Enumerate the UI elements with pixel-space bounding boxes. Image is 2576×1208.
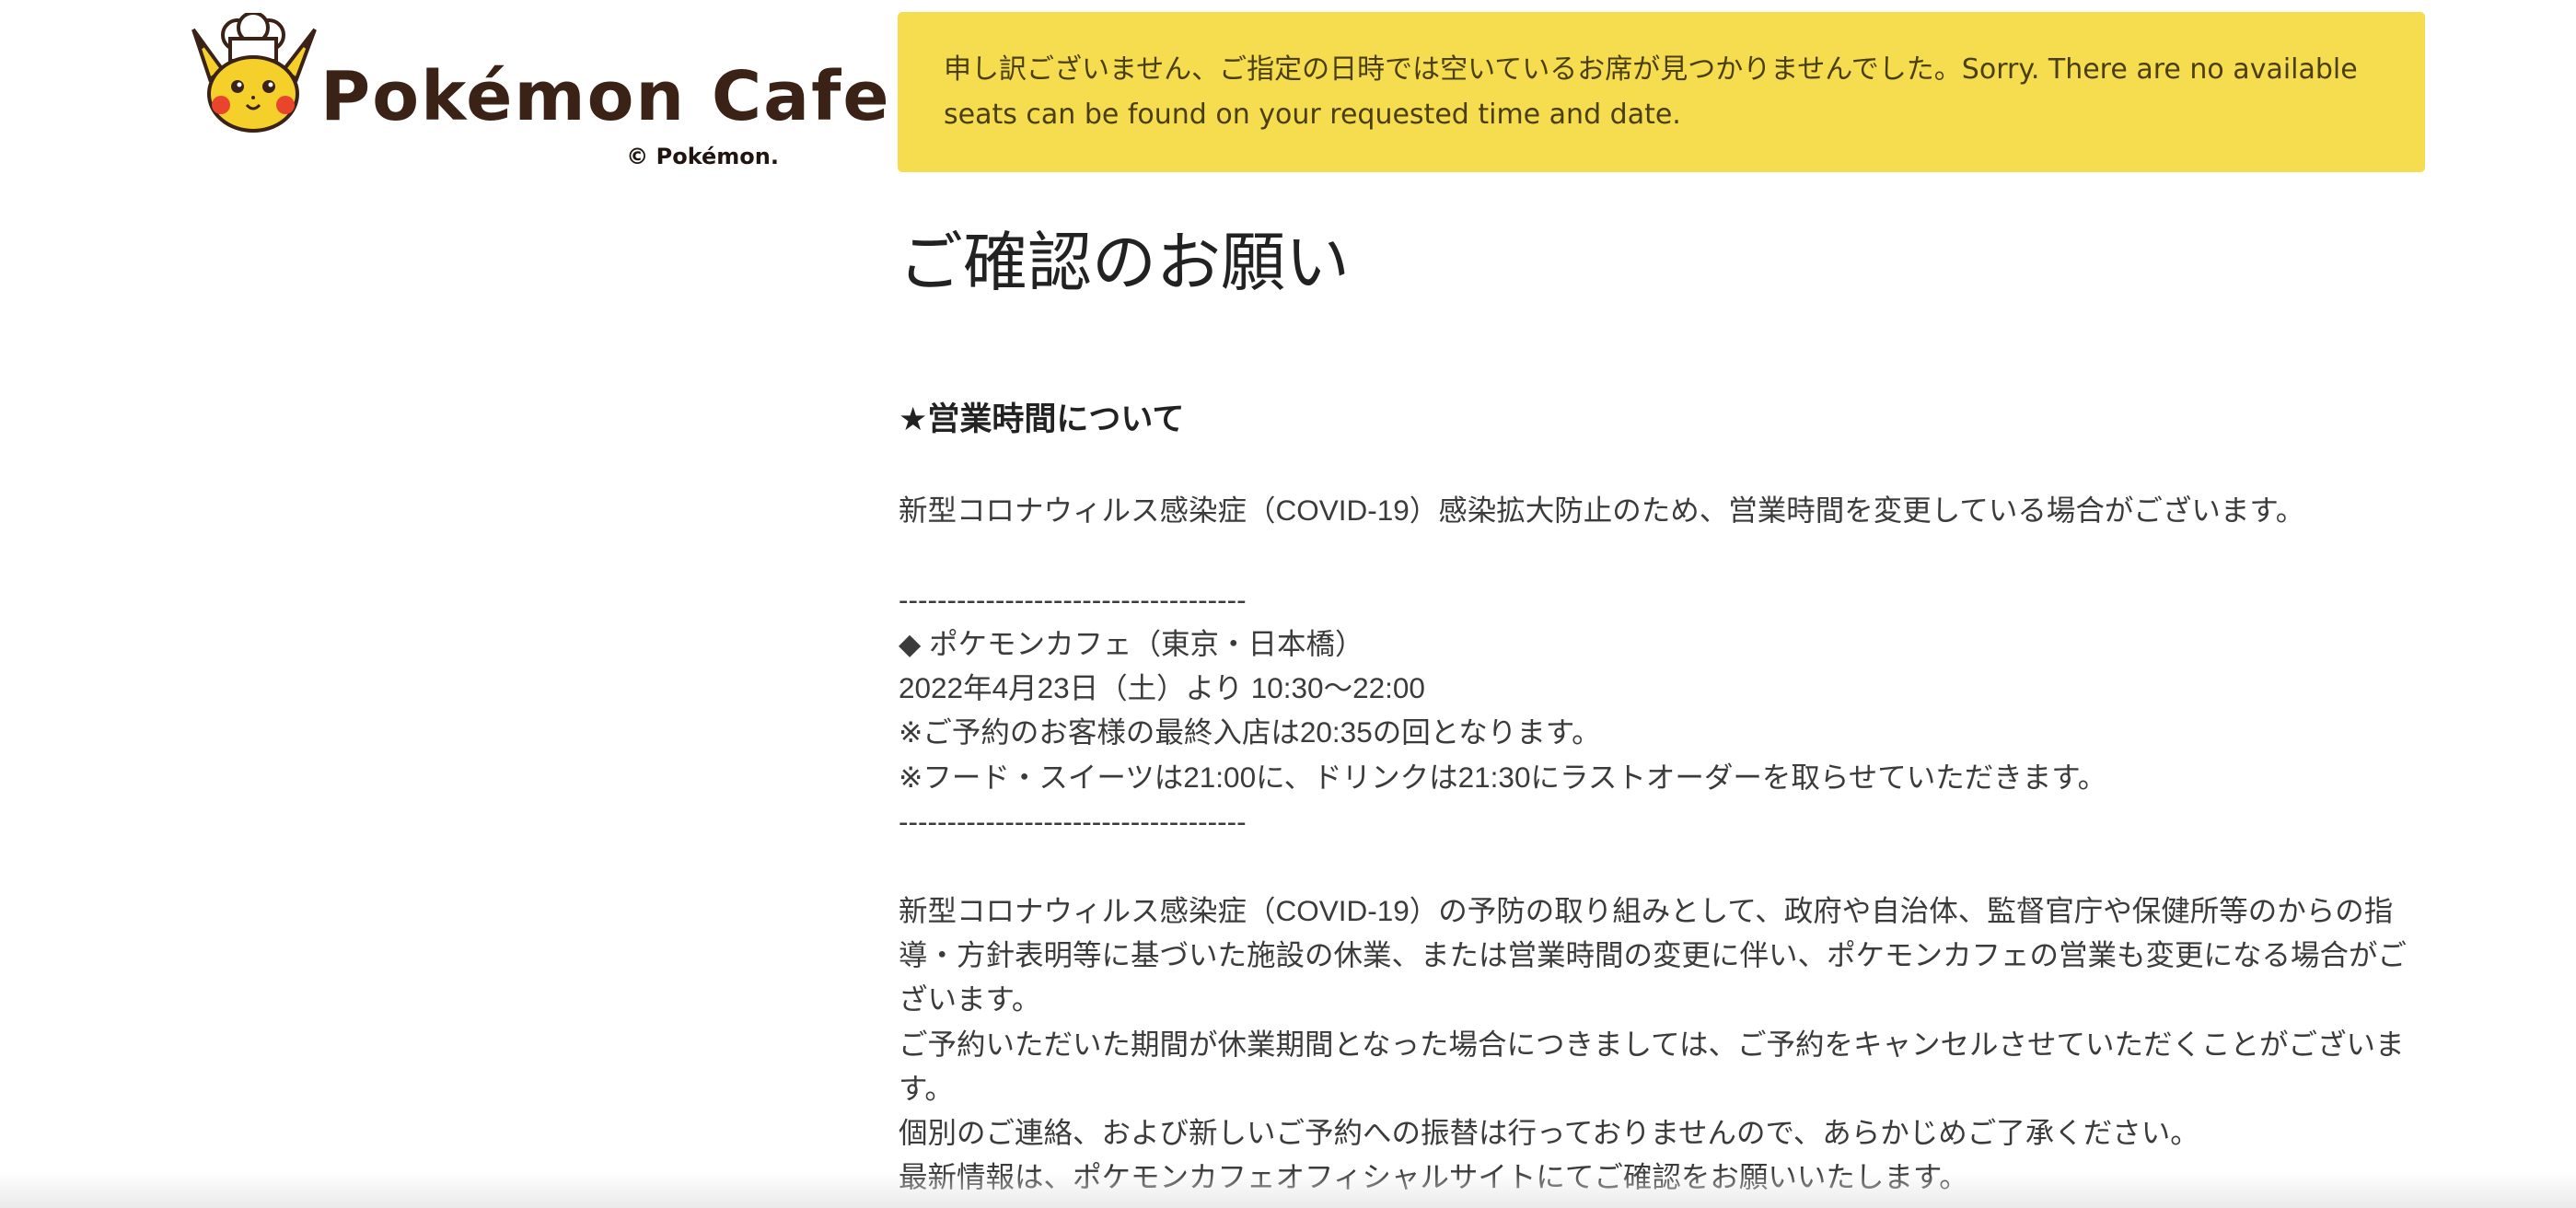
main-content: ご確認のお願い ★営業時間について 新型コロナウィルス感染症（COVID-19）…	[899, 221, 2427, 1193]
section-heading: ★営業時間について	[899, 401, 1185, 437]
pokemon-cafe-logo[interactable]: Pokémon Cafe © Pokémon.	[184, 13, 889, 179]
pikachu-chef-icon	[191, 13, 317, 133]
intro-text: 新型コロナウィルス感染症（COVID-19）感染拡大防止のため、営業時間を変更し…	[899, 494, 2305, 527]
closure-paragraph: 新型コロナウィルス感染症（COVID-19）の予防の取り組みとして、政府や自治体…	[899, 893, 2408, 1016]
no-transfer-paragraph: 個別のご連絡、および新しいご予約への振替は行っておりませんので、あらかじめご了承…	[899, 1116, 2199, 1150]
logo-wordmark: Pokémon Cafe	[320, 57, 891, 136]
store-name: ◆ ポケモンカフェ（東京・日本橋）	[899, 626, 1364, 660]
store-hours: 2022年4月23日（土）より 10:30〜22:00	[899, 671, 1425, 705]
alert-message: 申し訳ございません、ご指定の日時では空いているお席が見つかりませんでした。Sor…	[944, 53, 2358, 131]
last-entry-note: ※ご予約のお客様の最終入店は20:35の回となります。	[899, 715, 1601, 749]
logo-copyright: © Pokémon.	[626, 144, 779, 169]
page-title: ご確認のお願い	[899, 226, 1350, 298]
divider-bottom: ------------------------------------	[899, 805, 1247, 839]
cancellation-paragraph: ご予約いただいた期間が休業期間となった場合につきましては、ご予約をキャンセルさせ…	[899, 1027, 2405, 1105]
last-order-note: ※フード・スイーツは21:00に、ドリンクは21:30にラストオーダーを取らせて…	[899, 760, 2107, 794]
notice-body: 新型コロナウィルス感染症（COVID-19）感染拡大防止のため、営業時間を変更し…	[899, 488, 2427, 1200]
no-seats-alert: 申し訳ございません、ご指定の日時では空いているお席が見つかりませんでした。Sor…	[898, 12, 2425, 172]
page: Pokémon Cafe © Pokémon. 申し訳ございません、ご指定の日時…	[0, 0, 2576, 1208]
bottom-fade	[0, 1171, 2576, 1208]
divider-top: ------------------------------------	[899, 582, 1247, 616]
